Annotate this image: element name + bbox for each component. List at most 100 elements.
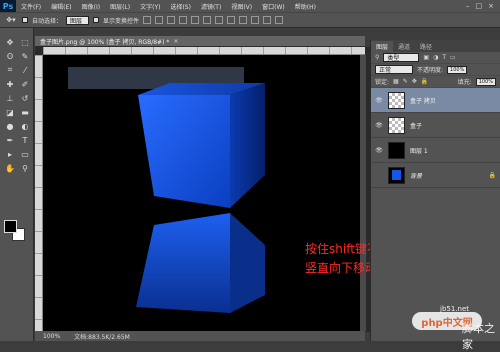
zoom-level[interactable]: 100% — [43, 333, 60, 340]
opacity-label: 不透明度: — [417, 67, 444, 74]
blur-tool-icon[interactable]: ● — [4, 120, 16, 132]
filter-adjust-icon[interactable]: ◑ — [433, 54, 438, 61]
menu-window[interactable]: 窗口(W) — [257, 2, 290, 11]
tab-paths[interactable]: 路径 — [415, 41, 437, 52]
layers-panel: 图层 通道 路径 ⚲ 类型 ▣ ◑ T ▭ 正常 不透明度: 100% 锁定: … — [370, 40, 500, 341]
layer-row[interactable]: 👁 图层 1 — [371, 138, 500, 163]
eraser-tool-icon[interactable]: ◪ — [4, 106, 16, 118]
layer-row[interactable]: 👁 盒子 拷贝 — [371, 88, 500, 113]
document-tab[interactable]: 盒子图片.png @ 100% (盒子 拷贝, RGB/8#) * × — [35, 36, 365, 47]
menu-select[interactable]: 选择(S) — [165, 2, 196, 11]
align-right-icon[interactable] — [203, 16, 212, 24]
layer-filter-dropdown[interactable]: 类型 — [383, 53, 420, 62]
filter-type-icon[interactable]: T — [442, 54, 446, 61]
eye-icon[interactable]: 👁 — [375, 97, 383, 104]
dodge-tool-icon[interactable]: ◐ — [19, 120, 31, 132]
menu-view[interactable]: 视图(V) — [226, 2, 257, 11]
healing-brush-icon[interactable]: ✚ — [4, 78, 16, 90]
menu-layer[interactable]: 图层(L) — [105, 2, 135, 11]
hand-tool-icon[interactable]: ✋ — [4, 162, 16, 174]
box-side-face — [230, 83, 265, 208]
auto-select-label: 自动选择： — [32, 17, 63, 25]
zoom-tool-icon[interactable]: ⚲ — [19, 162, 31, 174]
lock-image-icon[interactable]: ✎ — [403, 78, 408, 85]
align-left-icon[interactable] — [179, 16, 188, 24]
auto-select-dropdown[interactable]: 图层 — [66, 15, 90, 25]
foreground-color-swatch[interactable] — [4, 220, 17, 233]
align-bottom-icon[interactable] — [167, 16, 176, 24]
maximize-button[interactable]: □ — [476, 2, 483, 10]
eye-icon[interactable]: 👁 — [375, 122, 383, 129]
menu-bar: Ps 文件(F) 编辑(E) 图像(I) 图层(L) 文字(Y) 选择(S) 滤… — [0, 0, 500, 12]
distribute-right-icon[interactable] — [275, 16, 284, 24]
reflection-side-face — [230, 213, 265, 313]
lock-row: 锁定: ▦ ✎ ✥ 🔒 填充: 100% — [371, 76, 500, 88]
lock-icon: 🔒 — [488, 171, 496, 179]
show-transform-checkbox[interactable] — [93, 17, 100, 23]
menu-file[interactable]: 文件(F) — [16, 2, 46, 11]
document-title: 盒子图片.png @ 100% (盒子 拷贝, RGB/8#) * — [40, 38, 170, 46]
menu-filter[interactable]: 滤镜(T) — [196, 2, 226, 11]
clone-stamp-icon[interactable]: ⊥ — [4, 92, 16, 104]
lock-all-icon[interactable]: 🔒 — [421, 78, 428, 85]
crop-tool-icon[interactable]: ⌗ — [4, 64, 16, 76]
shape-tool-icon[interactable]: ▭ — [19, 148, 31, 160]
distribute-bottom-icon[interactable] — [239, 16, 248, 24]
eyedropper-tool-icon[interactable]: ⁄ — [19, 64, 31, 76]
ruler-horizontal — [43, 47, 365, 55]
type-tool-icon[interactable]: T — [19, 134, 31, 146]
layer-row[interactable]: 👁 盒子 — [371, 113, 500, 138]
distribute-middle-icon[interactable] — [227, 16, 236, 24]
window-controls: – □ × — [466, 2, 500, 10]
menu-image[interactable]: 图像(I) — [77, 2, 105, 11]
opacity-input[interactable]: 100% — [447, 65, 468, 74]
align-center-icon[interactable] — [191, 16, 200, 24]
menu-edit[interactable]: 编辑(E) — [46, 2, 76, 11]
eye-icon[interactable]: 👁 — [375, 147, 383, 154]
brush-tool-icon[interactable]: ✐ — [19, 78, 31, 90]
gradient-tool-icon[interactable]: ▬ — [19, 106, 31, 118]
align-top-icon[interactable] — [143, 16, 152, 24]
canvas-scrollbar[interactable] — [360, 55, 366, 331]
distribute-left-icon[interactable] — [251, 16, 260, 24]
path-select-icon[interactable]: ▸ — [4, 148, 16, 160]
lock-position-icon[interactable]: ✥ — [412, 78, 417, 85]
layer-thumbnail — [388, 141, 405, 159]
distribute-top-icon[interactable] — [215, 16, 224, 24]
pen-tool-icon[interactable]: ✒ — [4, 134, 16, 146]
align-middle-icon[interactable] — [155, 16, 164, 24]
move-tool-preset-icon[interactable]: ✥▾ — [4, 15, 18, 25]
blend-mode-dropdown[interactable]: 正常 — [375, 65, 413, 74]
fill-label: 填充: — [457, 79, 472, 86]
shift-key-text: shift — [329, 242, 355, 256]
photoshop-logo: Ps — [0, 0, 16, 12]
options-bar: ✥▾ 自动选择： 图层 显示变换控件 — [0, 12, 500, 28]
auto-select-checkbox[interactable] — [22, 17, 28, 23]
lasso-tool-icon[interactable]: ʘ — [4, 50, 16, 62]
close-document-icon[interactable]: × — [173, 38, 178, 45]
marquee-tool-icon[interactable]: ⬚ — [19, 36, 31, 48]
filter-shape-icon[interactable]: ▭ — [450, 54, 456, 61]
document-size: 文档:883.5K/2.65M — [74, 333, 130, 341]
tab-layers[interactable]: 图层 — [371, 41, 394, 52]
quick-select-tool-icon[interactable]: ✎ — [19, 50, 31, 62]
layer-name: 盒子 拷贝 — [410, 97, 436, 105]
show-transform-label: 显示变换控件 — [103, 17, 140, 25]
layer-row[interactable]: 背景 🔒 — [371, 163, 500, 188]
color-swatches[interactable] — [4, 220, 28, 242]
close-button[interactable]: × — [488, 2, 494, 10]
tools-panel: ✥ ⬚ ʘ ✎ ⌗ ⁄ ✚ ✐ ⊥ ↺ ◪ ▬ ● ◐ ✒ T ▸ ▭ ✋ ⚲ — [0, 28, 34, 341]
history-brush-icon[interactable]: ↺ — [19, 92, 31, 104]
canvas[interactable] — [43, 55, 360, 331]
move-tool-icon[interactable]: ✥ — [4, 36, 16, 48]
distribute-center-icon[interactable] — [263, 16, 272, 24]
filter-pixel-icon[interactable]: ▣ — [423, 54, 429, 61]
tab-channels[interactable]: 通道 — [393, 41, 415, 52]
layer-name: 背景 — [410, 172, 423, 180]
layer-name: 盒子 — [410, 122, 423, 130]
lock-transparent-icon[interactable]: ▦ — [393, 78, 399, 85]
minimize-button[interactable]: – — [466, 2, 470, 10]
fill-input[interactable]: 100% — [475, 77, 496, 86]
menu-type[interactable]: 文字(Y) — [135, 2, 165, 11]
menu-help[interactable]: 帮助(H) — [290, 2, 321, 11]
